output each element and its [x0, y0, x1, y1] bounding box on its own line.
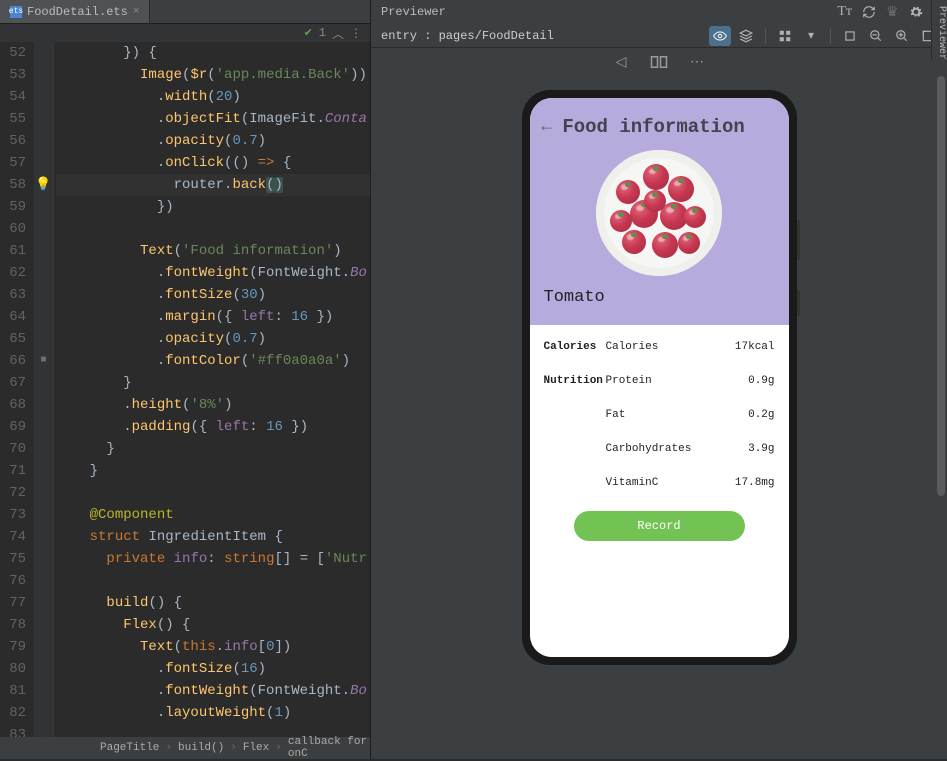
back-icon[interactable]: ← [542, 117, 553, 137]
previewer-toolbar: entry : pages/FoodDetail ▾ [371, 24, 947, 48]
ets-file-icon: ets [10, 6, 22, 18]
preview-route-label: entry : pages/FoodDetail [381, 29, 554, 43]
phone-side-button [797, 220, 800, 260]
check-icon: ✔ [304, 26, 313, 40]
nutrition-row: Nutrition Protein 0.9g [544, 375, 775, 387]
split-view-icon[interactable] [647, 52, 671, 72]
section-label [544, 443, 606, 455]
zoom-out-icon[interactable] [865, 26, 887, 46]
nutrient-label: VitaminC [606, 477, 725, 489]
preview-canvas: ← Food information Tomato Calories Calor… [371, 76, 947, 759]
previewer-header-icons: Tᴛ ♛ — [837, 4, 941, 21]
separator [765, 28, 766, 44]
section-label [544, 409, 606, 421]
nutrient-value: 17.8mg [725, 477, 775, 489]
editor-tab-bar: ets FoodDetail.ets × [0, 0, 370, 24]
font-size-icon[interactable]: Tᴛ [837, 4, 852, 20]
nutrition-panel: Calories Calories 17kcal Nutrition Prote… [530, 325, 789, 657]
nutrient-label: Protein [606, 375, 725, 387]
gutter-icons: 💡■ [34, 42, 54, 737]
section-label [544, 477, 606, 489]
food-name-label: Tomato [530, 282, 789, 317]
nutrient-value: 0.2g [725, 409, 775, 421]
warning-count: 1 [319, 26, 326, 40]
previewer-title: Previewer [381, 5, 446, 19]
code-text[interactable]: }) { Image($r('app.media.Back')) .width(… [54, 42, 370, 737]
eye-icon[interactable] [709, 26, 731, 46]
scrollbar-thumb[interactable] [937, 76, 945, 496]
previewer-toolbar-icons: ▾ [709, 26, 939, 46]
more-icon[interactable]: ⋮ [350, 26, 362, 41]
grid-icon[interactable] [774, 26, 796, 46]
food-image [596, 150, 722, 276]
preview-scrollbar[interactable] [937, 76, 945, 759]
nutrition-row: Fat 0.2g [544, 409, 775, 421]
phone-frame: ← Food information Tomato Calories Calor… [522, 90, 797, 665]
nutrient-label: Fat [606, 409, 725, 421]
editor-status-bar: ✔ 1 ︿ ⋮ [0, 24, 370, 42]
nutrient-value: 3.9g [725, 443, 775, 455]
nutrition-row: Carbohydrates 3.9g [544, 443, 775, 455]
overflow-icon[interactable]: ︿ [332, 25, 344, 42]
editor-tab-fooddetail[interactable]: ets FoodDetail.ets × [0, 0, 150, 23]
section-label: Nutrition [544, 375, 606, 387]
previewer-pane: Previewer Tᴛ ♛ — entry : pages/FoodDetai… [370, 0, 947, 759]
nutrition-row: Calories Calories 17kcal [544, 341, 775, 353]
gear-icon[interactable] [909, 5, 923, 19]
line-number-gutter: 5253545556575859606162636465666768697071… [0, 42, 34, 737]
layers-icon[interactable] [735, 26, 757, 46]
refresh-icon[interactable] [862, 5, 876, 19]
breadcrumb[interactable]: PageTitle›build()›Flex›callback for onC [0, 737, 370, 759]
chevron-down-icon[interactable]: ▾ [800, 26, 822, 46]
record-button-label: Record [637, 519, 680, 533]
page-title: Food information [562, 116, 744, 138]
trophy-icon[interactable]: ♛ [886, 4, 899, 21]
preview-nav-controls: ◁ ⋯ [371, 48, 947, 76]
nutrient-value: 17kcal [725, 341, 775, 353]
phone-screen[interactable]: ← Food information Tomato Calories Calor… [530, 98, 789, 657]
nutrient-label: Calories [606, 341, 725, 353]
separator [830, 28, 831, 44]
nutrient-value: 0.9g [725, 375, 775, 387]
tab-filename: FoodDetail.ets [27, 5, 128, 19]
zoom-in-icon[interactable] [891, 26, 913, 46]
close-tab-icon[interactable]: × [133, 6, 140, 18]
section-label: Calories [544, 341, 606, 353]
code-editor-pane: ets FoodDetail.ets × ✔ 1 ︿ ⋮ 52535455565… [0, 0, 370, 759]
previewer-header: Previewer Tᴛ ♛ — [371, 0, 947, 24]
code-area[interactable]: 5253545556575859606162636465666768697071… [0, 42, 370, 737]
nutrition-row: VitaminC 17.8mg [544, 477, 775, 489]
more-horizontal-icon[interactable]: ⋯ [685, 52, 709, 72]
nav-back-icon[interactable]: ◁ [609, 52, 633, 72]
phone-side-button [797, 290, 800, 316]
previewer-side-tab[interactable]: Previewer [931, 0, 947, 60]
frame-icon[interactable] [839, 26, 861, 46]
nutrient-label: Carbohydrates [606, 443, 725, 455]
app-header: ← Food information Tomato [530, 98, 789, 325]
record-button[interactable]: Record [574, 511, 745, 541]
